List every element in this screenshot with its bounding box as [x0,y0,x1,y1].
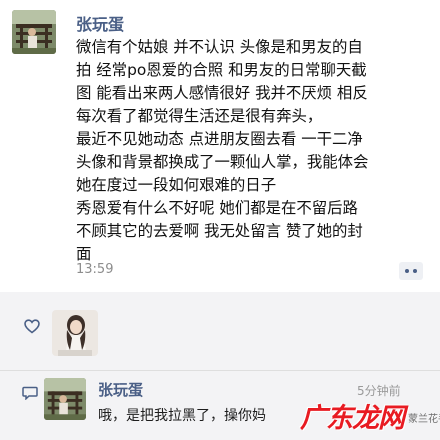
post-text-line: 微信有个姑娘 并不认识 头像是和男友的自 [76,38,363,56]
liker-avatar[interactable] [52,310,98,356]
post-text-line: 每次看了都觉得生活还是很有奔头， [76,107,323,125]
likes-section [0,292,440,370]
commenter-avatar[interactable] [44,378,86,420]
watermark-source: 蒙兰花手 [408,414,440,425]
post-text-line: 头像和背景都换成了一颗仙人掌，我能体会 [76,153,369,171]
post-text: 微信有个姑娘 并不认识 头像是和男友的自 拍 经常po恩爱的合照 和男友的日常聊… [76,36,438,266]
more-actions-icon[interactable] [399,262,423,280]
post-text-line: 图 能看出来两人感情很好 我并不厌烦 相反 [76,84,368,102]
post-author-name[interactable]: 张玩蛋 [76,11,124,35]
post-text-line: 秀恩爱有什么不好呢 她们都是在不留后路 [76,199,358,217]
comment-text: 哦，是把我拉黑了，操你妈 [98,408,266,424]
author-avatar[interactable] [12,10,56,54]
comment-author-name[interactable]: 张玩蛋 [98,379,143,400]
post-timestamp: 13:59 [76,262,114,277]
moments-post: 张玩蛋 微信有个姑娘 并不认识 头像是和男友的自 拍 经常po恩爱的合照 和男友… [0,0,440,292]
comment-bubble-icon [22,385,38,404]
post-text-line: 不顾其它的去爱啊 我无处留言 赞了她的封 [76,222,363,240]
heart-outline-icon [24,319,40,338]
post-text-line: 她在度过一段如何艰难的日子 [76,176,277,194]
post-text-line: 最近不见她动态 点进朋友圈去看 一干二净 [76,130,363,148]
post-text-line: 面 [76,245,92,263]
watermark: 广东龙网 蒙兰花手 [300,396,440,440]
post-text-line: 拍 经常po恩爱的合照 和男友的日常聊天截 [76,61,367,79]
watermark-logo: 广东龙网 [300,403,405,434]
